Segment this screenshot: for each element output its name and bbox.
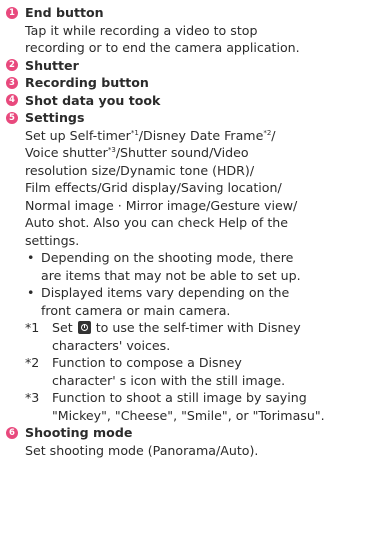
item-title: Recording button (25, 75, 149, 90)
desc-line: Tap it while recording a video to stop (25, 22, 258, 38)
footnote-list: *1 Set to use the self-timer with Disney… (6, 319, 363, 424)
number-badge-icon: 1 (6, 6, 18, 19)
desc-line: Film effects/Grid display/Saving locatio… (25, 180, 282, 195)
footnote-line: Function to compose a Disney (52, 355, 242, 370)
item-shot-data: 4 Shot data you took (6, 92, 363, 110)
bullet-line: Displayed items vary depending on the (41, 285, 290, 300)
item-title: Shooting mode (25, 425, 133, 440)
manual-page: 1 End button Tap it while recording a vi… (0, 0, 369, 459)
item-shooting-mode: 6 Shooting mode Set shooting mode (Panor… (6, 424, 363, 459)
desc-text: /Shutter sound/Video (115, 145, 249, 160)
item-heading: 2 Shutter (6, 57, 363, 75)
item-title: Shutter (25, 57, 79, 73)
footnote-line: Function to shoot a still image by sayin… (52, 390, 307, 405)
desc-text: / (271, 127, 276, 143)
item-description: Tap it while recording a video to stop r… (6, 22, 363, 57)
number-badge-icon: 4 (6, 94, 18, 107)
self-timer-icon (77, 321, 91, 334)
bullet-line: are items that may not be able to set up… (41, 267, 301, 283)
footnote-ref: *3 (107, 146, 116, 154)
footnote-line: character' s icon with the still image. (52, 372, 286, 388)
item-heading: 3 Recording button (6, 74, 363, 92)
footnote-text: Set (52, 320, 73, 335)
item-end-button: 1 End button Tap it while recording a vi… (6, 4, 363, 57)
desc-line: settings. (25, 232, 80, 248)
number-badge-icon: 6 (6, 426, 18, 439)
item-title: End button (25, 5, 104, 20)
item-recording-button: 3 Recording button (6, 74, 363, 92)
item-heading: 6 Shooting mode (6, 424, 363, 442)
bullet-line: front camera or main camera. (41, 302, 231, 318)
footnote-ref: *1 (130, 128, 139, 137)
bullet-item: • Depending on the shooting mode, there … (25, 249, 363, 284)
desc-line: Auto shot. Also you can check Help of th… (25, 215, 288, 230)
desc-text: /Disney Date Frame (138, 127, 264, 143)
item-settings: 5 Settings Set up Self-timer*1/Disney Da… (6, 109, 363, 424)
footnote-line: Set to use the self-timer with Disney (52, 319, 363, 337)
footnote-mark: *3 (25, 390, 40, 405)
desc-line: Set up Self-timer*1/Disney Date Frame*2/ (25, 127, 363, 145)
item-title: Settings (25, 110, 85, 125)
footnote-item: *2 Function to compose a Disney characte… (25, 354, 363, 389)
item-title: Shot data you took (25, 92, 161, 108)
desc-line: Set shooting mode (Panorama/Auto). (25, 442, 259, 458)
desc-line: resolution size/Dynamic tone (HDR)/ (25, 162, 255, 178)
item-heading: 5 Settings (6, 109, 363, 127)
footnote-line: characters' voices. (52, 337, 171, 353)
desc-line: Voice shutter*3/Shutter sound/Video (25, 144, 363, 162)
bullet-mark: • (27, 285, 35, 300)
number-badge-icon: 2 (6, 59, 18, 72)
item-heading: 1 End button (6, 4, 363, 22)
item-heading: 4 Shot data you took (6, 92, 363, 110)
footnote-item: *3 Function to shoot a still image by sa… (25, 389, 363, 424)
item-shutter: 2 Shutter (6, 57, 363, 75)
bullet-item: • Displayed items vary depending on the … (25, 284, 363, 319)
desc-line: Normal image · Mirror image/Gesture view… (25, 197, 298, 213)
desc-text: Voice shutter (25, 145, 108, 160)
footnote-item: *1 Set to use the self-timer with Disney… (25, 319, 363, 354)
desc-line: recording or to end the camera applicati… (25, 40, 300, 55)
item-description: Set up Self-timer*1/Disney Date Frame*2/… (6, 127, 363, 250)
desc-text: Set up Self-timer (25, 127, 131, 143)
footnote-mark: *1 (25, 320, 40, 335)
footnote-mark: *2 (25, 355, 40, 370)
bullet-line: Depending on the shooting mode, there (41, 250, 294, 265)
number-badge-icon: 5 (6, 111, 18, 124)
footnote-text: to use the self-timer with Disney (95, 320, 301, 335)
number-badge-icon: 3 (6, 76, 18, 89)
bullet-list: • Depending on the shooting mode, there … (6, 249, 363, 319)
footnote-line: "Mickey", "Cheese", "Smile", or "Torimas… (52, 407, 325, 423)
bullet-mark: • (27, 250, 35, 265)
item-description: Set shooting mode (Panorama/Auto). (6, 442, 363, 460)
